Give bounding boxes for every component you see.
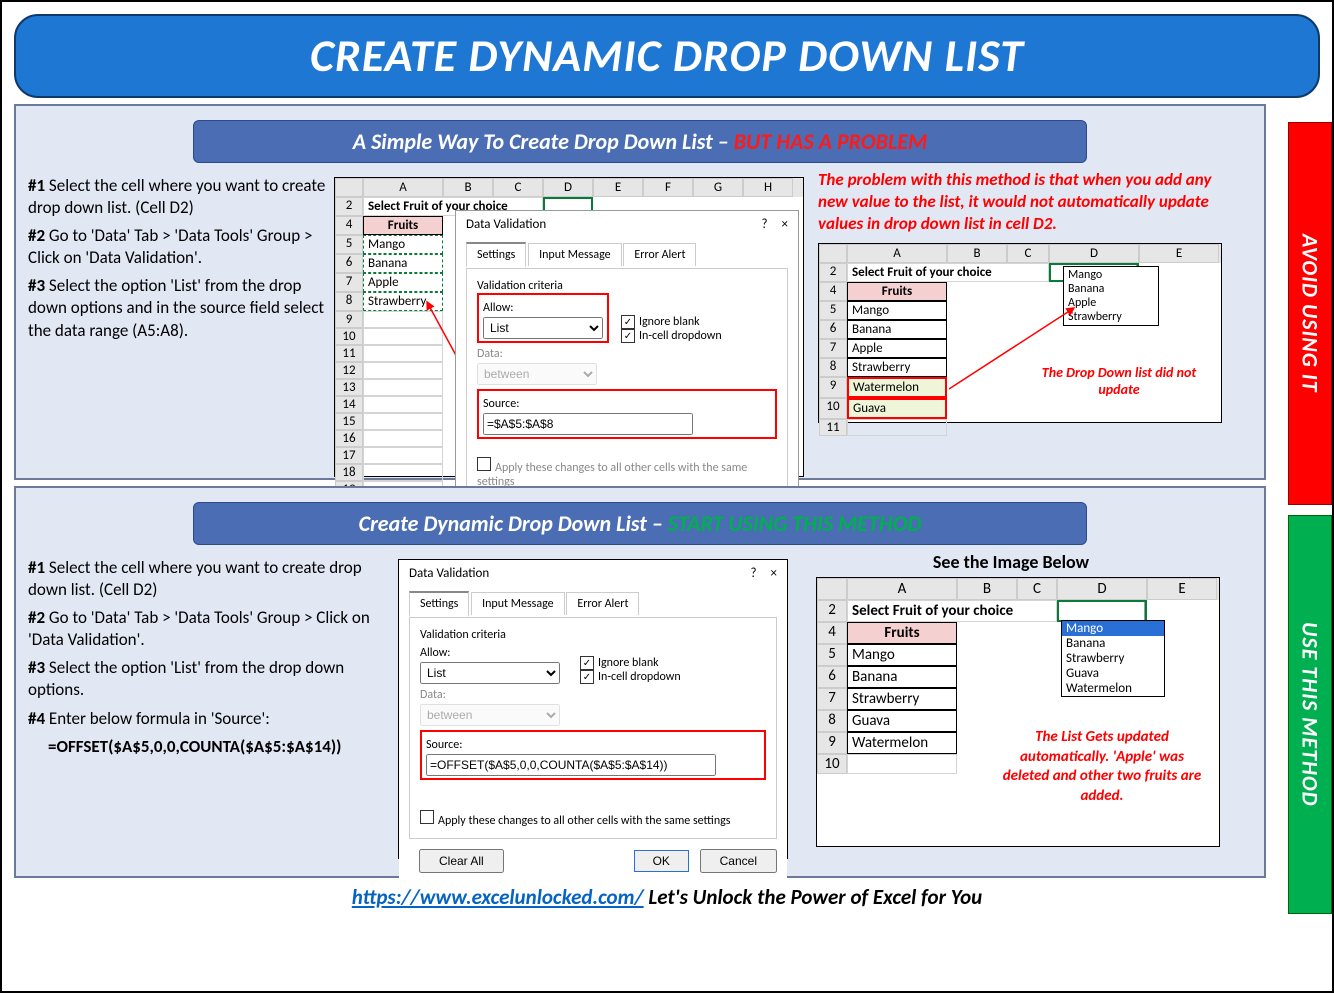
close-icon[interactable]: ×	[782, 217, 788, 232]
tab-input-message[interactable]: Input Message	[471, 592, 565, 615]
allow-select[interactable]: List	[483, 317, 603, 339]
tab-input-message[interactable]: Input Message	[528, 243, 622, 266]
close-icon[interactable]: ×	[771, 566, 777, 581]
dropdown-list[interactable]: Mango Banana Strawberry Guava Watermelon	[1061, 620, 1165, 697]
data-select: between	[477, 363, 597, 385]
dropdown-arrow-icon[interactable]: ▼	[1144, 602, 1147, 622]
updated-note: The List Gets updated automatically. 'Ap…	[997, 728, 1207, 806]
page-title-bar: CREATE DYNAMIC DROP DOWN LIST	[14, 14, 1320, 98]
problem-note: The problem with this method is that whe…	[818, 169, 1242, 235]
tab-settings[interactable]: Settings	[409, 591, 469, 617]
screenshot-problem-grid: ABCDE 2Select Fruit of your choice▼ 4Fru…	[818, 243, 1222, 423]
section2-steps: #1 Select the cell where you want to cre…	[28, 551, 390, 764]
source-input[interactable]	[483, 413, 693, 435]
source-input[interactable]	[426, 754, 716, 776]
see-image-label: See the Image Below	[796, 551, 1226, 573]
formula-text: =OFFSET($A$5,0,0,COUNTA($A$5:$A$14))	[48, 736, 341, 757]
incell-dropdown-checkbox[interactable]: ✓	[580, 670, 594, 684]
page-title: CREATE DYNAMIC DROP DOWN LIST	[310, 28, 1024, 84]
help-icon[interactable]: ?	[761, 217, 767, 232]
footer: https://www.excelunlocked.com/ Let's Unl…	[10, 884, 1324, 910]
screenshot-dynamic-grid: ABCDE 2Select Fruit of your choice▼ 4Fru…	[816, 577, 1220, 847]
cancel-button[interactable]: Cancel	[700, 849, 777, 873]
incell-dropdown-checkbox[interactable]: ✓	[621, 329, 635, 343]
clear-all-button[interactable]: Clear All	[419, 849, 504, 873]
ignore-blank-checkbox[interactable]: ✓	[580, 656, 594, 670]
sidebar-avoid: AVOID USING IT	[1288, 122, 1332, 505]
not-updated-note: The Drop Down list did not update	[1029, 364, 1209, 398]
allow-select[interactable]: List	[420, 662, 560, 684]
tab-error-alert[interactable]: Error Alert	[566, 592, 639, 615]
tab-settings[interactable]: Settings	[466, 242, 526, 268]
screenshot-simple-grid-dialog: ABCDEFGH 2Select Fruit of your choice 4F…	[334, 177, 804, 477]
section-simple-way: A Simple Way To Create Drop Down List – …	[14, 104, 1266, 480]
ignore-blank-checkbox[interactable]: ✓	[621, 315, 635, 329]
section1-header: A Simple Way To Create Drop Down List – …	[193, 120, 1087, 163]
data-select: between	[420, 704, 560, 726]
section-dynamic: Create Dynamic Drop Down List – START US…	[14, 486, 1266, 878]
dialog-title: Data Validation	[409, 566, 489, 581]
sidebar-use: USE THIS METHOD	[1288, 515, 1332, 914]
tab-error-alert[interactable]: Error Alert	[623, 243, 696, 266]
footer-link[interactable]: https://www.excelunlocked.com/	[352, 884, 644, 910]
apply-all-checkbox[interactable]	[477, 457, 491, 471]
ok-button[interactable]: OK	[634, 850, 689, 872]
data-validation-dialog-2: Data Validation? × Settings Input Message…	[398, 559, 788, 859]
section2-header: Create Dynamic Drop Down List – START US…	[193, 502, 1087, 545]
help-icon[interactable]: ?	[750, 566, 756, 581]
section1-steps: #1 Select the cell where you want to cre…	[28, 169, 326, 348]
apply-all-checkbox[interactable]	[420, 810, 434, 824]
dialog-title: Data Validation	[466, 217, 546, 232]
